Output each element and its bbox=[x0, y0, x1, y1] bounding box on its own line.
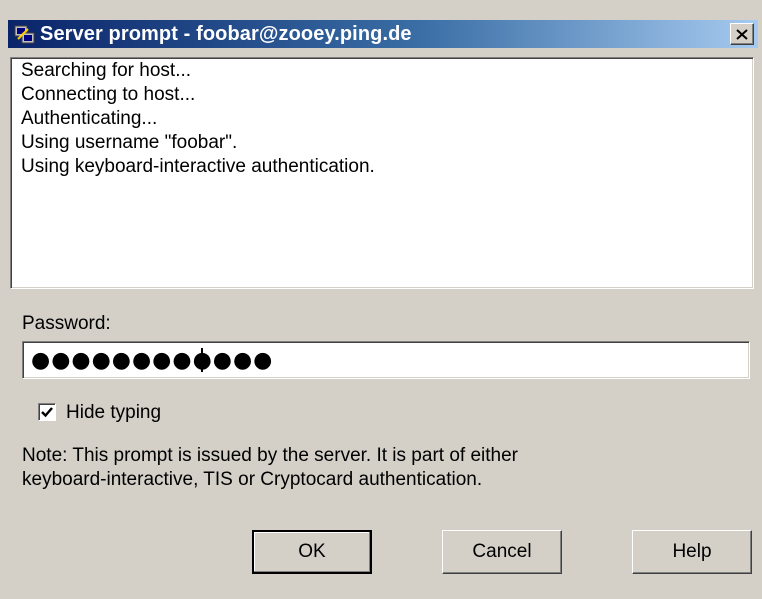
close-button[interactable] bbox=[730, 23, 754, 45]
window-title: Server prompt - foobar@zooey.ping.de bbox=[40, 22, 412, 45]
note-line-2: keyboard-interactive, TIS or Cryptocard … bbox=[22, 469, 483, 490]
text-caret bbox=[201, 348, 203, 372]
close-icon bbox=[736, 28, 748, 40]
help-button[interactable]: Help bbox=[632, 530, 752, 574]
hide-typing-label[interactable]: Hide typing bbox=[66, 402, 161, 424]
log-output-box[interactable]: Searching for host... Connecting to host… bbox=[10, 57, 754, 289]
title-bar[interactable]: Server prompt - foobar@zooey.ping.de bbox=[8, 20, 758, 48]
checkmark-icon bbox=[41, 407, 53, 418]
ok-button[interactable]: OK bbox=[252, 530, 372, 574]
password-masked-text: ●●●●●●●●●●●● bbox=[31, 348, 274, 373]
log-line: Using username "foobar". bbox=[21, 132, 238, 153]
log-line: Connecting to host... bbox=[21, 84, 196, 105]
putty-icon bbox=[14, 23, 36, 45]
password-input[interactable]: ●●●●●●●●●●●● bbox=[22, 341, 750, 379]
log-line: Searching for host... bbox=[21, 60, 192, 81]
cancel-button[interactable]: Cancel bbox=[442, 530, 562, 574]
note-line-1: Note: This prompt is issued by the serve… bbox=[22, 445, 518, 466]
log-line: Using keyboard-interactive authenticatio… bbox=[21, 156, 375, 177]
password-label: Password: bbox=[22, 313, 111, 334]
log-line: Authenticating... bbox=[21, 108, 158, 129]
hide-typing-checkbox[interactable] bbox=[38, 403, 56, 421]
server-prompt-dialog: Server prompt - foobar@zooey.ping.de Sea… bbox=[0, 0, 762, 599]
